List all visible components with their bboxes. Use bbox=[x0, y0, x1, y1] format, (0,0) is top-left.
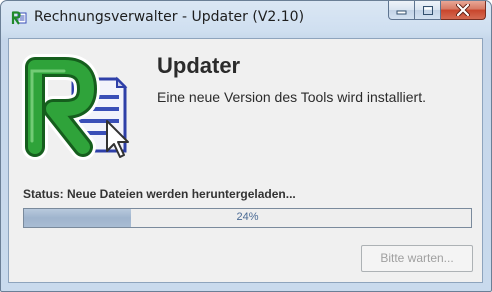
dialog-content: Updater Eine neue Version des Tools wird… bbox=[8, 38, 483, 283]
page-subtitle: Eine neue Version des Tools wird install… bbox=[157, 89, 427, 105]
page-title: Updater bbox=[157, 53, 241, 78]
title-bar[interactable]: Rechnungsverwalter - Updater (V2.10) bbox=[1, 1, 491, 37]
minimize-button[interactable] bbox=[388, 1, 415, 20]
close-button[interactable] bbox=[441, 1, 486, 20]
updater-window: Rechnungsverwalter - Updater (V2.10) Upd… bbox=[0, 0, 492, 292]
wait-button[interactable]: Bitte warten... bbox=[361, 245, 473, 272]
window-title: Rechnungsverwalter - Updater (V2.10) bbox=[34, 9, 305, 25]
window-controls bbox=[388, 1, 486, 21]
progress-percent: 24% bbox=[236, 211, 259, 223]
progress-bar: 24% bbox=[23, 208, 472, 228]
app-icon bbox=[11, 11, 27, 25]
close-icon bbox=[456, 4, 470, 16]
status-text: Status: Neue Dateien werden heruntergela… bbox=[23, 187, 296, 201]
minimize-icon bbox=[396, 10, 406, 15]
maximize-button[interactable] bbox=[415, 1, 441, 20]
maximize-icon bbox=[422, 5, 433, 15]
rechnungsverwalter-logo-icon bbox=[22, 54, 129, 160]
